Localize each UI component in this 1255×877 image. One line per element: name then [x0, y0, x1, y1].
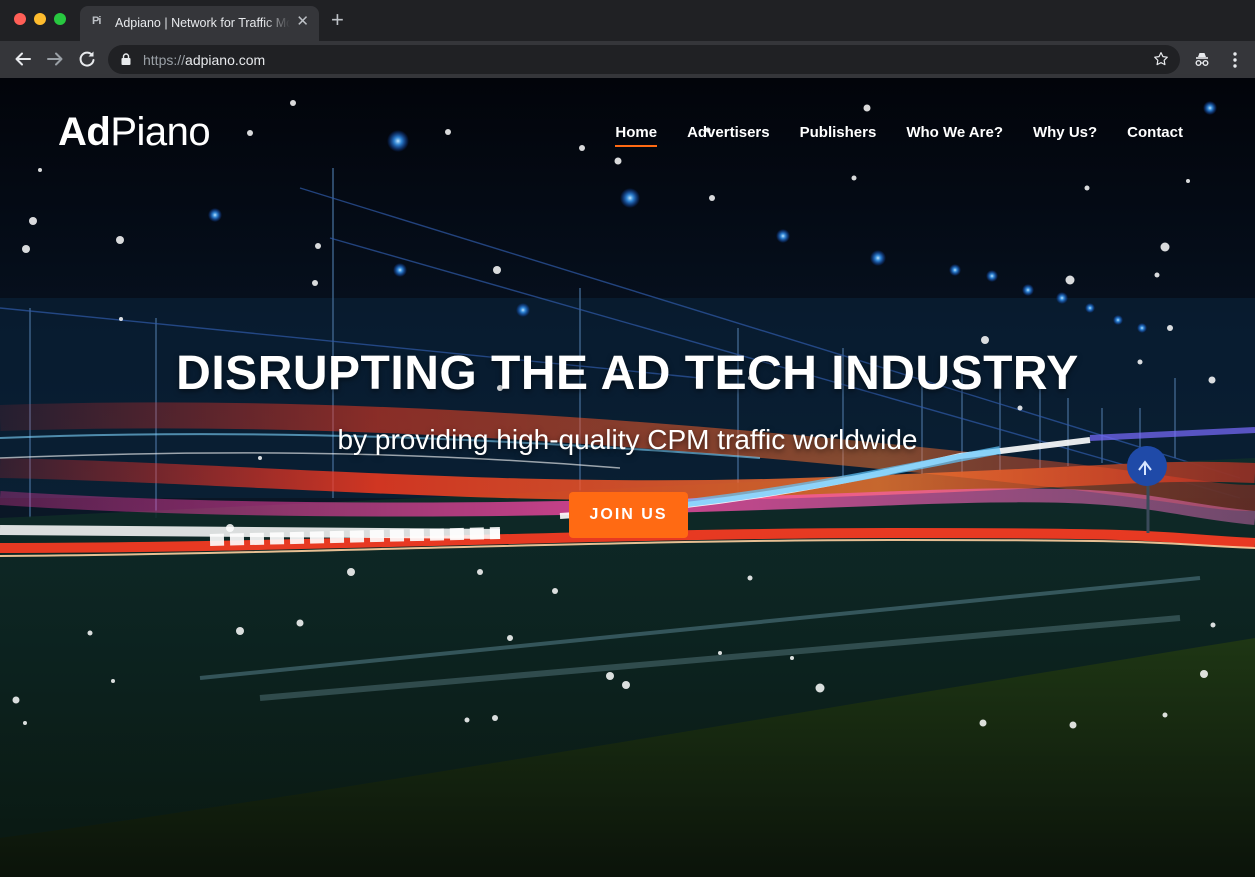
main-nav: Home Advertisers Publishers Who We Are? … — [615, 124, 1183, 147]
nav-item-home[interactable]: Home — [615, 124, 657, 147]
nav-item-contact[interactable]: Contact — [1127, 124, 1183, 145]
lock-icon — [121, 53, 131, 65]
window-minimize-button[interactable] — [34, 13, 46, 25]
browser-tab-bar: Pi Adpiano | Network for Traffic Monetiz… — [0, 0, 1255, 41]
kebab-menu-icon[interactable] — [1228, 51, 1242, 69]
url-scheme: https:// — [143, 52, 186, 68]
forward-icon[interactable] — [44, 48, 66, 70]
back-icon[interactable] — [12, 48, 34, 70]
hero-title: DISRUPTING THE AD TECH INDUSTRY — [176, 347, 1079, 400]
url-host: adpiano.com — [185, 52, 266, 68]
hero-background-image — [0, 100, 1255, 877]
nav-item-publishers[interactable]: Publishers — [800, 124, 877, 145]
new-tab-button[interactable]: + — [331, 9, 344, 31]
star-icon[interactable] — [1152, 50, 1170, 68]
tab-title: Adpiano | Network for Traffic Monetizati… — [115, 16, 290, 30]
address-bar[interactable]: https://adpiano.com — [108, 45, 1180, 74]
browser-toolbar: https://adpiano.com — [0, 41, 1255, 78]
window-zoom-button[interactable] — [54, 13, 66, 25]
nav-item-advertisers[interactable]: Advertisers — [687, 124, 770, 145]
nav-item-why-us[interactable]: Why Us? — [1033, 124, 1097, 145]
hero-subtitle: by providing high-quality CPM traffic wo… — [337, 424, 918, 455]
nav-item-who-we-are[interactable]: Who We Are? — [906, 124, 1003, 145]
tab-favicon-icon: Pi — [92, 15, 101, 27]
adpiano-logo[interactable]: AdPiano — [58, 108, 211, 156]
join-us-button[interactable]: JOIN US — [569, 492, 688, 538]
url-text[interactable]: https://adpiano.com — [143, 52, 265, 68]
logo-part-ad: Ad — [58, 110, 111, 154]
reload-icon[interactable] — [76, 48, 98, 70]
browser-tab[interactable]: Pi Adpiano | Network for Traffic Monetiz… — [80, 6, 319, 41]
tab-close-icon[interactable]: ✕ — [296, 14, 309, 30]
web-page: AdPiano Home Advertisers Publishers Who … — [0, 78, 1255, 877]
window-close-button[interactable] — [14, 13, 26, 25]
logo-part-piano: Piano — [110, 110, 211, 154]
incognito-icon[interactable] — [1193, 51, 1211, 69]
